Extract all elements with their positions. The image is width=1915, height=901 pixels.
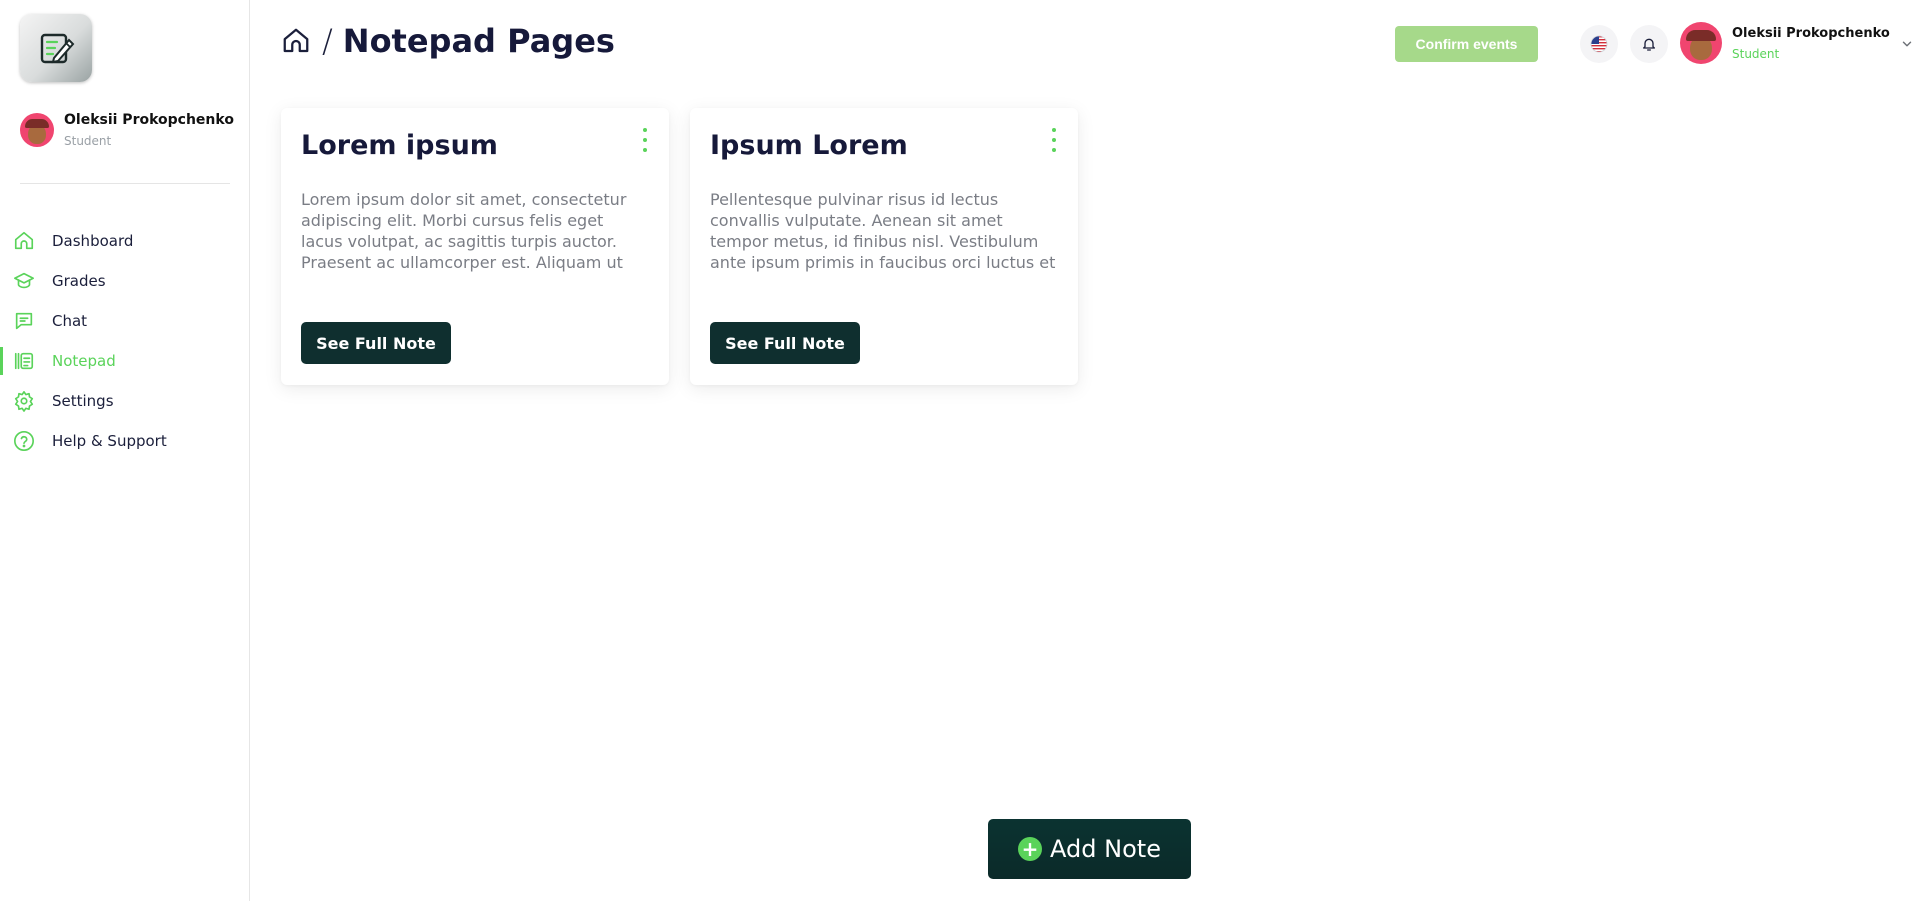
notepad-icon: [12, 349, 36, 373]
add-note-label: Add Note: [1050, 835, 1161, 863]
chevron-down-icon[interactable]: [1900, 36, 1914, 55]
see-full-note-button[interactable]: See Full Note: [301, 322, 451, 364]
see-full-note-button[interactable]: See Full Note: [710, 322, 860, 364]
chat-icon: [12, 309, 36, 333]
home-icon[interactable]: [280, 25, 312, 57]
breadcrumb: / Notepad Pages: [280, 22, 615, 60]
language-button[interactable]: [1580, 25, 1618, 63]
sidebar-item-notepad[interactable]: Notepad: [0, 341, 249, 381]
plus-icon: +: [1018, 837, 1043, 861]
sidebar-item-grades[interactable]: Grades: [0, 261, 249, 301]
sidebar-nav: Dashboard Grades Chat Notepad Settings H…: [0, 221, 249, 461]
sidebar-item-chat[interactable]: Chat: [0, 301, 249, 341]
sidebar-user-role: Student: [64, 134, 112, 148]
note-card: Lorem ipsum Lorem ipsum dolor sit amet, …: [281, 108, 669, 385]
more-options-icon[interactable]: [1046, 128, 1062, 152]
notepad-pen-icon: [40, 33, 75, 64]
note-excerpt: Pellentesque pulvinar risus id lectus co…: [710, 190, 1056, 272]
confirm-events-button[interactable]: Confirm events: [1395, 26, 1538, 62]
sidebar-item-settings[interactable]: Settings: [0, 381, 249, 421]
note-title: Ipsum Lorem: [710, 130, 908, 161]
app-logo[interactable]: [20, 14, 92, 82]
graduation-cap-icon: [12, 269, 36, 293]
breadcrumb-separator: /: [322, 22, 333, 60]
sidebar: Oleksii Prokopchenko Student Dashboard G…: [0, 0, 250, 901]
page-title: Notepad Pages: [342, 22, 615, 60]
sidebar-item-label: Help & Support: [52, 432, 167, 450]
sidebar-item-label: Notepad: [52, 352, 116, 370]
sidebar-divider: [20, 183, 230, 184]
add-note-button[interactable]: + Add Note: [988, 819, 1191, 879]
sidebar-item-help[interactable]: Help & Support: [0, 421, 249, 461]
header-user-name: Oleksii Prokopchenko: [1732, 25, 1890, 41]
note-title: Lorem ipsum: [301, 130, 498, 161]
notes-grid: Lorem ipsum Lorem ipsum dolor sit amet, …: [281, 108, 1078, 385]
sidebar-item-label: Dashboard: [52, 232, 134, 250]
help-icon: [12, 429, 36, 453]
home-icon: [12, 229, 36, 253]
note-excerpt: Lorem ipsum dolor sit amet, consectetur …: [301, 190, 627, 272]
user-menu[interactable]: Oleksii Prokopchenko Student: [1680, 22, 1914, 64]
sidebar-user[interactable]: Oleksii Prokopchenko Student: [20, 112, 234, 148]
note-card: Ipsum Lorem Pellentesque pulvinar risus …: [690, 108, 1078, 385]
sidebar-item-dashboard[interactable]: Dashboard: [0, 221, 249, 261]
gear-icon: [12, 389, 36, 413]
avatar: [1680, 22, 1722, 64]
avatar: [20, 113, 54, 147]
sidebar-user-name: Oleksii Prokopchenko: [64, 112, 234, 128]
more-options-icon[interactable]: [637, 128, 653, 152]
sidebar-item-label: Settings: [52, 392, 114, 410]
sidebar-item-label: Chat: [52, 312, 88, 330]
notifications-button[interactable]: [1630, 25, 1668, 63]
us-flag-icon: [1590, 35, 1608, 53]
bell-icon: [1643, 38, 1655, 51]
sidebar-item-label: Grades: [52, 272, 106, 290]
header-user-role: Student: [1732, 46, 1780, 61]
